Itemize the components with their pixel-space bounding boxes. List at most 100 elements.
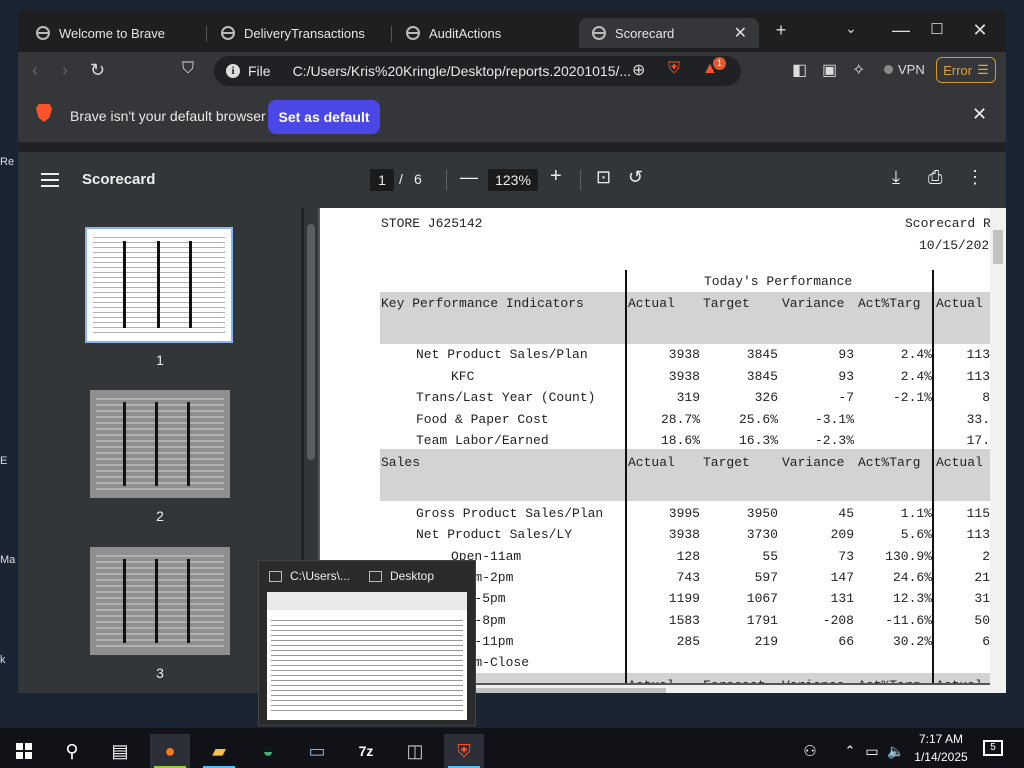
leo-ai-icon[interactable]: ✧ [852,60,865,80]
zoom-in-icon[interactable]: + [550,165,562,188]
total-pages: 6 [414,171,422,187]
globe-icon [36,26,50,40]
row-label: Net Product Sales/LY [416,527,573,543]
cell-value: 113 [966,368,990,384]
system-clock[interactable]: 7:17 AM 1/14/2025 [912,730,970,766]
desktop-icon-label[interactable]: Re [0,156,14,168]
download-icon[interactable]: ⤓ [892,167,900,188]
back-icon[interactable]: ‹ [32,60,38,81]
tab-delivery-transactions[interactable]: DeliveryTransactions [221,18,365,48]
column-header: Actual [936,678,983,683]
zoom-level-input[interactable]: 123% [488,169,538,191]
new-tab-button[interactable]: + [769,20,793,41]
tab-welcome[interactable]: Welcome to Brave [36,18,165,48]
store-id: STORE J625142 [381,216,483,231]
cell-value: 33. [966,411,990,427]
tab-label: DeliveryTransactions [244,25,365,41]
brave-shields-icon[interactable]: ⛨ [668,60,680,78]
more-options-icon[interactable]: ⋮ [966,167,984,188]
cell-value: 219 [754,633,778,649]
window-close-button[interactable]: ✕ [968,20,992,41]
wallet-icon[interactable]: ▣ [822,60,837,80]
row-label: KFC [451,368,475,384]
fit-to-page-icon[interactable]: ⊡ [596,167,611,188]
maximize-button[interactable]: ☐ [925,20,949,38]
preview-label: C:\Users\... [290,569,351,583]
scrollbar-thumb[interactable] [993,230,1003,264]
taskbar-window-preview[interactable]: C:\Users\... Desktop [258,560,476,726]
page-thumbnail-1[interactable] [85,227,233,343]
start-button[interactable] [4,734,44,768]
preview-label: Desktop [390,569,435,583]
tab-scorecard[interactable]: Scorecard ✕ [579,18,759,48]
set-as-default-button[interactable]: Set as default [268,100,380,134]
search-icon[interactable]: ⚲ [52,734,92,768]
preview-thumbnail[interactable] [267,592,467,720]
bookmark-icon[interactable]: ⛉ [182,60,194,78]
reload-icon[interactable]: ↻ [90,60,105,81]
pdf-menu-icon[interactable] [41,173,59,187]
desktop-icon-label[interactable]: k [0,654,6,666]
infobar-close-icon[interactable]: ✕ [972,104,987,125]
cell-value: 55 [762,548,778,564]
cell-value: 12.3% [892,591,932,607]
task-view-icon[interactable]: ▤ [100,734,140,768]
page-thumbnail-2[interactable] [90,390,230,498]
section-title: Today's Performance [704,274,853,289]
cell-value: 147 [830,569,854,585]
print-icon[interactable]: ⎙ [928,167,942,188]
cell-value: 3845 [746,368,778,384]
page-thumbnail-3[interactable] [90,547,230,655]
minimize-button[interactable]: — [889,20,913,41]
url-path[interactable]: C:/Users/Kris%20Kringle/Desktop/reports.… [293,63,633,79]
vpn-button[interactable]: VPN [884,62,925,77]
document-vertical-scrollbar[interactable] [990,208,1006,693]
column-header: Variance [782,296,845,311]
error-menu-button[interactable]: Error ☰ [936,57,996,83]
preview-item[interactable]: Desktop [369,569,434,583]
cell-value: 131 [830,591,854,607]
thumbnail-label: 3 [156,665,164,681]
tab-separator [206,26,207,42]
cell-value: 3938 [668,527,700,543]
tab-list-chevron-icon[interactable]: ⌄ [839,20,863,37]
column-header: Actual [628,296,675,311]
remote-desktop-icon[interactable]: ▭ [297,734,337,768]
cell-value: 17. [966,433,990,448]
column-divider [625,270,627,683]
thumbnail-content [96,398,224,490]
cell-value: 28.7% [660,411,700,427]
cell-value: 113 [966,527,990,543]
brave-icon[interactable]: ⛨ [444,734,484,768]
file-explorer-icon[interactable]: ▰ [199,734,239,768]
cell-value: -208 [822,612,854,628]
default-browser-infobar: Brave isn't your default browser Set as … [18,90,1006,142]
zoom-out-icon[interactable]: — [460,167,478,188]
cell-value: 3938 [668,368,700,384]
toolbar-divider [446,170,447,190]
people-icon[interactable]: ⚇ [790,734,830,768]
zoom-icon[interactable]: ⊕ [632,60,645,80]
app-icon[interactable]: ◒ [248,734,288,768]
page-number-input[interactable]: 1 [370,169,394,191]
forward-icon[interactable]: › [62,60,68,81]
thumbnail-rule [157,241,160,329]
cell-value: -7 [838,390,854,405]
address-bar[interactable]: i File C:/Users/Kris%20Kringle/Desktop/r… [214,56,741,86]
preview-item[interactable]: C:\Users\... [269,569,350,583]
scrollbar-thumb[interactable] [307,224,315,460]
sidebar-icon[interactable]: ◧ [792,60,807,80]
rotate-icon[interactable]: ↺ [628,167,643,188]
network-app-icon[interactable]: ◫ [395,734,435,768]
close-tab-icon[interactable]: ✕ [734,23,747,43]
desktop-icon-label[interactable]: Ma [0,554,15,566]
info-icon[interactable]: i [226,64,240,78]
column-header: Actual [628,678,675,683]
volume-icon[interactable]: 🔈 [876,734,916,768]
cell-value: 209 [830,527,854,543]
tab-audit-actions[interactable]: AuditActions [406,18,501,48]
desktop-icon-label[interactable]: E [0,455,7,467]
7zip-icon[interactable]: 7z [346,734,386,768]
firefox-icon[interactable]: ● [150,734,190,768]
notification-center-icon[interactable]: 5 [983,740,1003,756]
